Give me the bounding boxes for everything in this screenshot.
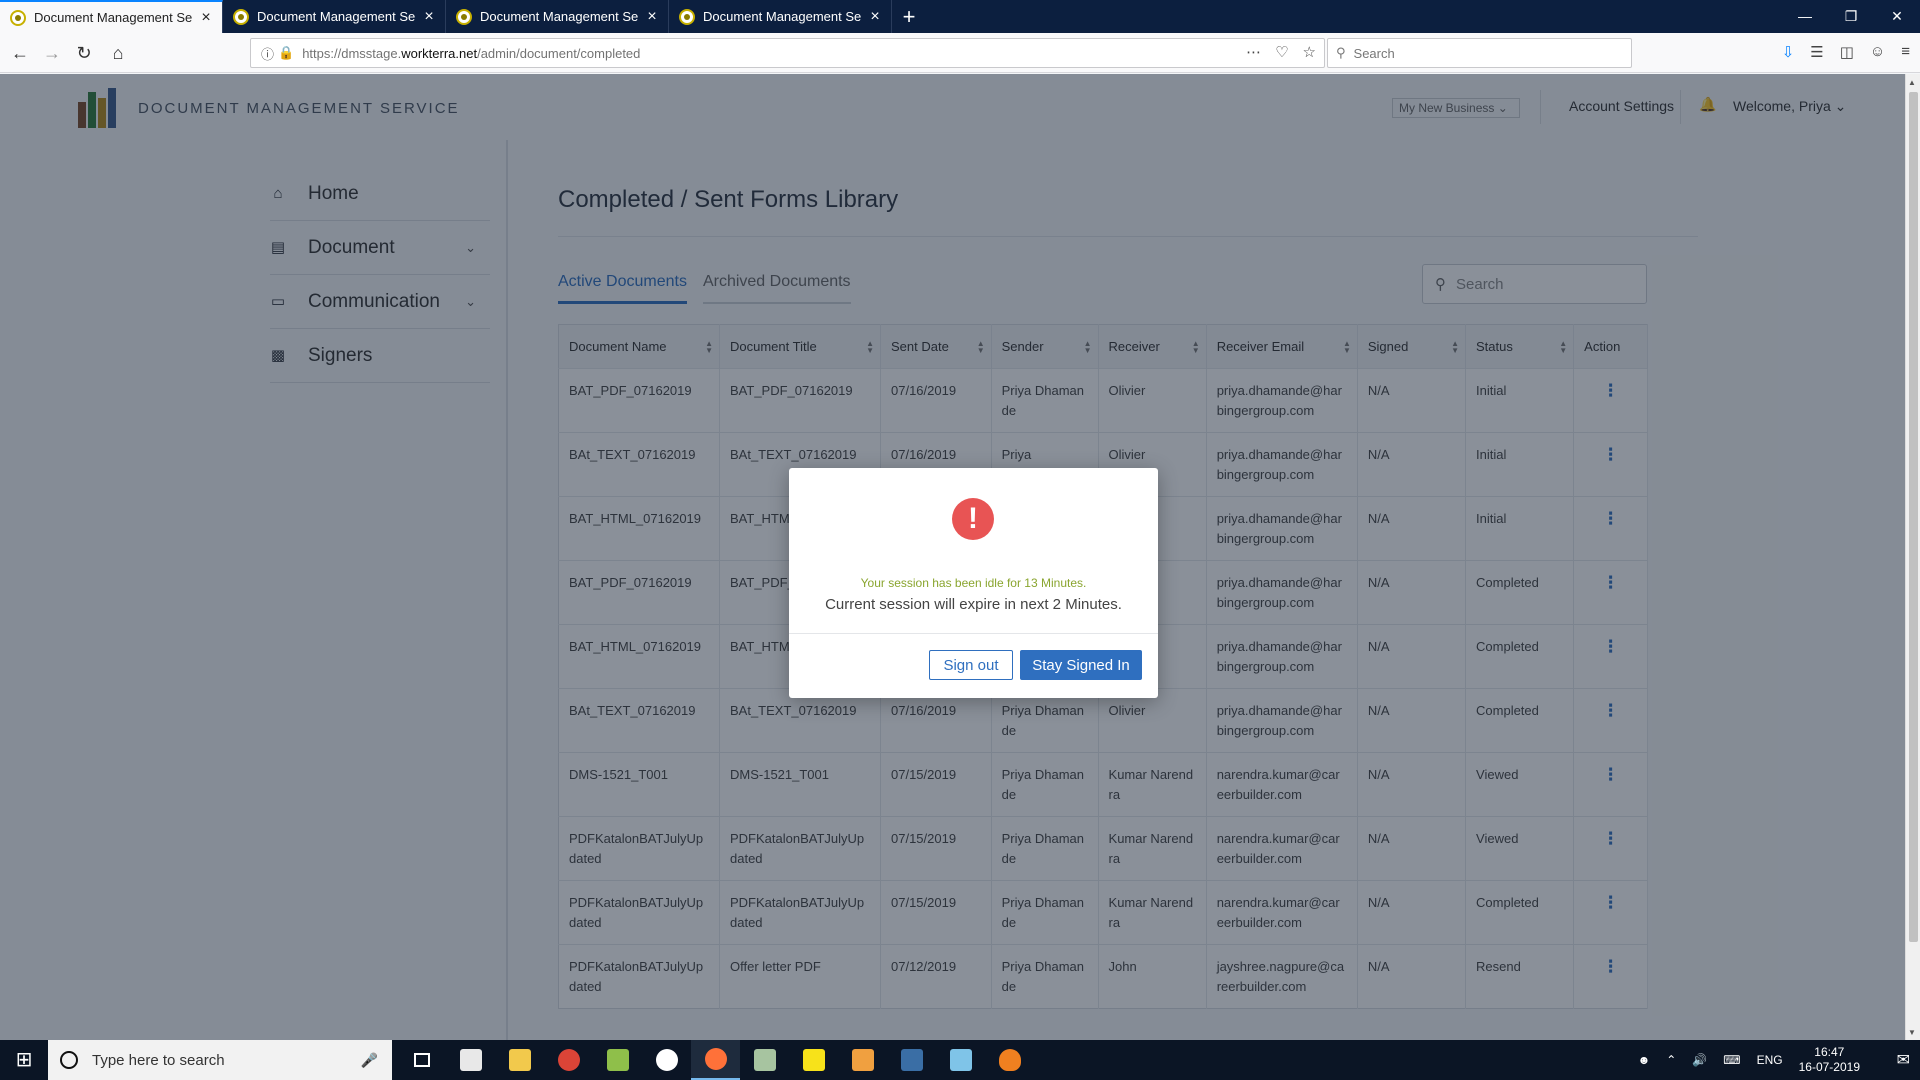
firefox-icon[interactable] (691, 1040, 740, 1080)
favicon-icon (10, 9, 26, 26)
minimize-button[interactable]: — (1782, 0, 1828, 33)
scroll-up-icon[interactable]: ▲ (1908, 78, 1916, 87)
windows-start-icon[interactable]: ⊞ (0, 1040, 48, 1080)
flame-app-icon[interactable] (985, 1040, 1034, 1080)
menu-icon[interactable]: ≡ (1901, 43, 1910, 61)
speaker-icon[interactable]: 🔊 (1692, 1053, 1707, 1067)
browser-tab-strip: Document Management Servic×Document Mana… (0, 0, 1920, 33)
browser-tab[interactable]: Document Management Servic × (446, 0, 669, 33)
clock-date: 16-07-2019 (1798, 1060, 1860, 1074)
browser-tab[interactable]: Document Management Servic × (0, 0, 223, 33)
close-icon[interactable]: × (867, 8, 883, 26)
windows-taskbar: ⊞ Type here to search 🎤 ☻ ⌃ 🔊 ⌨ ENG 16:4… (0, 1040, 1920, 1080)
archive-icon[interactable] (740, 1040, 789, 1080)
people-icon[interactable]: ☻ (1638, 1053, 1651, 1067)
url-text: https://dmsstage.workterra.net/admin/doc… (302, 45, 641, 61)
microphone-icon[interactable]: 🎤 (361, 1052, 378, 1069)
bookmark-star-icon[interactable]: ☆ (1303, 43, 1316, 61)
close-icon[interactable]: × (421, 8, 437, 26)
dialog-divider (789, 633, 1158, 634)
pocket-icon[interactable]: ♡ (1275, 43, 1288, 61)
library-icon[interactable]: ☰ (1810, 43, 1823, 61)
warning-icon: ! (952, 498, 994, 540)
reload-button[interactable]: ↻ (70, 39, 98, 67)
favicon-icon (679, 8, 695, 25)
browser-tab-title: Document Management Servic (34, 10, 192, 25)
url-actions: ⋯ ♡ ☆ (1246, 43, 1316, 61)
chrome-icon[interactable] (544, 1040, 593, 1080)
tab-list: Document Management Servic×Document Mana… (0, 0, 892, 33)
browser-search-input[interactable]: ⚲ Search (1327, 38, 1632, 68)
session-timeout-dialog: ! Your session has been idle for 13 Minu… (789, 468, 1158, 698)
idle-message: Your session has been idle for 13 Minute… (860, 576, 1087, 590)
lock-icon: 🔒 (278, 45, 295, 60)
visual-studio-icon[interactable] (887, 1040, 936, 1080)
taskbar-search-input[interactable]: Type here to search 🎤 (48, 1040, 392, 1080)
clock[interactable]: 16:47 16-07-2019 (1799, 1045, 1860, 1075)
page-scrollbar[interactable]: ▲ ▼ (1905, 74, 1920, 1041)
slack-icon[interactable] (642, 1040, 691, 1080)
clock-time: 16:47 (1814, 1045, 1845, 1059)
browser-tab[interactable]: Document Management Servic × (223, 0, 446, 33)
home-button[interactable]: ⌂ (104, 39, 132, 67)
toolbar-icons: ⇩ ☰ ◫ ☺ ≡ (1782, 43, 1910, 61)
system-tray: ☻ ⌃ 🔊 ⌨ ENG 16:47 16-07-2019 (1638, 1040, 1860, 1080)
browser-tab-title: Document Management Servic (480, 9, 638, 24)
back-button[interactable]: ← (6, 39, 34, 67)
browser-tab[interactable]: Document Management Servic × (669, 0, 892, 33)
url-bar[interactable]: ⓘ 🔒 https://dmsstage.workterra.net/admin… (250, 38, 1325, 68)
keyboard-icon[interactable]: ⌨ (1723, 1053, 1740, 1067)
favicon-icon (456, 8, 472, 25)
scrollbar-thumb[interactable] (1909, 92, 1918, 942)
favicon-icon (233, 8, 249, 25)
page-actions-icon[interactable]: ⋯ (1246, 43, 1261, 61)
cortana-icon (60, 1051, 78, 1069)
browser-navbar: ← → ↻ ⌂ ⓘ 🔒 https://dmsstage.workterra.n… (0, 33, 1920, 73)
notifications-icon[interactable]: ✉ (1897, 1050, 1910, 1070)
close-icon[interactable]: × (198, 9, 214, 27)
window-controls: — ❐ ✕ (1782, 0, 1920, 33)
scroll-down-icon[interactable]: ▼ (1908, 1028, 1916, 1037)
browser-tab-title: Document Management Servic (703, 9, 861, 24)
download-icon[interactable]: ⇩ (1782, 43, 1795, 61)
restore-button[interactable]: ❐ (1828, 0, 1874, 33)
site-info-icon[interactable]: ⓘ (261, 44, 274, 63)
file-explorer-icon[interactable] (495, 1040, 544, 1080)
account-icon[interactable]: ☺ (1870, 43, 1885, 61)
stay-signed-in-button[interactable]: Stay Signed In (1020, 650, 1142, 680)
browser-tab-title: Document Management Servic (257, 9, 415, 24)
forward-button[interactable]: → (38, 39, 66, 67)
media-player-icon[interactable] (838, 1040, 887, 1080)
new-tab-button[interactable]: + (892, 0, 926, 33)
sidebar-icon[interactable]: ◫ (1840, 43, 1854, 61)
spreadsheet-icon[interactable] (593, 1040, 642, 1080)
close-window-button[interactable]: ✕ (1874, 0, 1920, 33)
chevron-up-icon[interactable]: ⌃ (1666, 1053, 1676, 1067)
language-indicator[interactable]: ENG (1757, 1053, 1783, 1067)
sign-out-button[interactable]: Sign out (929, 650, 1013, 680)
search-icon: ⚲ (1336, 45, 1346, 60)
notepad-icon[interactable] (936, 1040, 985, 1080)
task-view-icon[interactable] (397, 1040, 446, 1080)
mail-icon[interactable] (446, 1040, 495, 1080)
close-icon[interactable]: × (644, 8, 660, 26)
taskbar-apps (397, 1040, 1034, 1080)
expire-message: Current session will expire in next 2 Mi… (825, 596, 1122, 613)
sticky-notes-icon[interactable] (789, 1040, 838, 1080)
